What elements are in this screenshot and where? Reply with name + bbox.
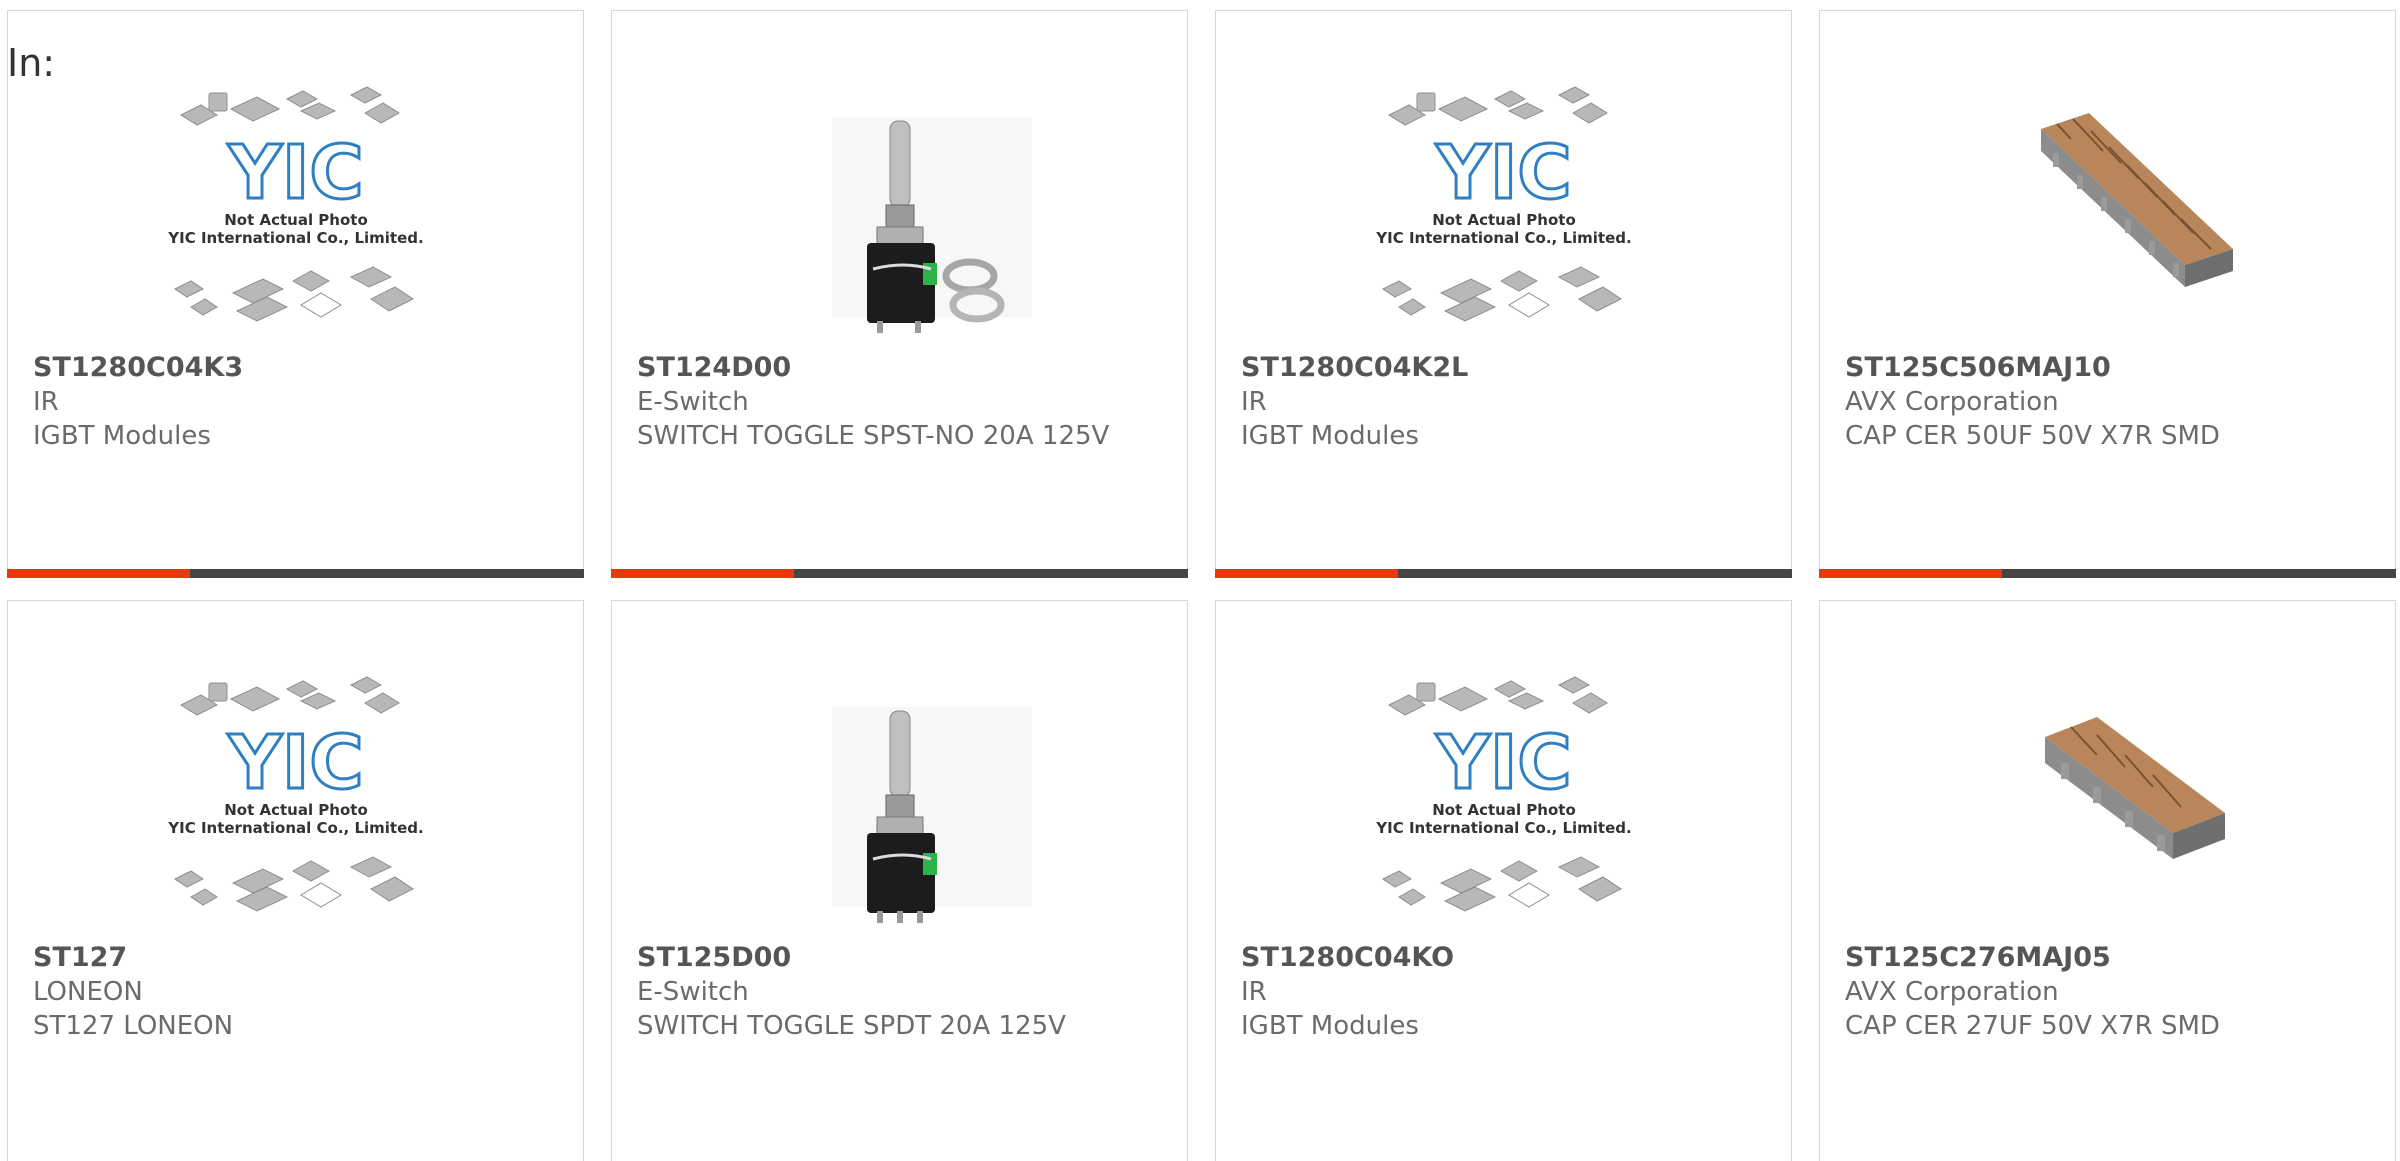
manufacturer: IR <box>1241 387 1267 417</box>
product-card[interactable]: ST125C276MAJ05 AVX Corporation CAP CER 2… <box>1819 600 2396 1161</box>
product-image-placeholder[interactable]: YIC Not Actual Photo YIC International C… <box>1369 663 1639 933</box>
part-number[interactable]: ST125C276MAJ05 <box>1845 941 2370 975</box>
product-info: ST127 LONEON ST127 LONEON <box>33 941 558 1043</box>
part-number[interactable]: ST125D00 <box>637 941 1162 975</box>
manufacturer: E-Switch <box>637 977 749 1007</box>
description: ST127 LONEON <box>33 1011 234 1041</box>
part-number[interactable]: ST1280C04KO <box>1241 941 1766 975</box>
manufacturer: IR <box>33 387 59 417</box>
manufacturer: E-Switch <box>637 387 749 417</box>
card-accent <box>1215 569 1398 578</box>
description: SWITCH TOGGLE SPDT 20A 125V <box>637 1011 1066 1041</box>
product-info: ST1280C04K2L IR IGBT Modules <box>1241 351 1766 453</box>
card-bottom-bar <box>611 569 1188 578</box>
card-accent <box>7 569 190 578</box>
placeholder-chip-icon: YIC Not Actual Photo YIC International C… <box>167 676 423 912</box>
in-label: In: <box>7 41 56 85</box>
card-bottom-bar <box>1215 569 1792 578</box>
placeholder-line2: YIC International Co., Limited. <box>1375 229 1631 247</box>
card-accent <box>1819 569 2002 578</box>
product-card[interactable]: ST125D00 E-Switch SWITCH TOGGLE SPDT 20A… <box>611 600 1188 1161</box>
part-number[interactable]: ST1280C04K3 <box>33 351 558 385</box>
description: IGBT Modules <box>1241 1011 1419 1041</box>
product-info: ST125D00 E-Switch SWITCH TOGGLE SPDT 20A… <box>637 941 1162 1043</box>
manufacturer: IR <box>1241 977 1267 1007</box>
product-card[interactable]: YIC Not Actual Photo YIC International C… <box>1215 10 1792 578</box>
description: CAP CER 27UF 50V X7R SMD <box>1845 1011 2220 1041</box>
card-bottom-bar <box>7 569 584 578</box>
placeholder-chip-icon: YIC Not Actual Photo YIC International C… <box>1375 86 1631 322</box>
product-info: ST1280C04KO IR IGBT Modules <box>1241 941 1766 1043</box>
product-listing-page: In: YIC Not Actual Photo YIC Internation… <box>0 0 2400 1161</box>
description: IGBT Modules <box>33 421 211 451</box>
product-info: ST124D00 E-Switch SWITCH TOGGLE SPST-NO … <box>637 351 1162 453</box>
yic-logo: YIC <box>1435 720 1571 806</box>
description: IGBT Modules <box>1241 421 1419 451</box>
placeholder-chip-icon: YIC Not Actual Photo YIC International C… <box>167 86 423 322</box>
placeholder-line1: Not Actual Photo <box>1432 801 1576 819</box>
product-card[interactable]: YIC Not Actual Photo YIC International C… <box>7 600 584 1161</box>
yic-logo: YIC <box>227 720 363 806</box>
product-image[interactable] <box>1973 73 2243 343</box>
placeholder-chip-icon: YIC Not Actual Photo YIC International C… <box>1375 676 1631 912</box>
description: CAP CER 50UF 50V X7R SMD <box>1845 421 2220 451</box>
product-info: ST125C506MAJ10 AVX Corporation CAP CER 5… <box>1845 351 2370 453</box>
capacitor-stack-icon <box>2040 113 2233 287</box>
product-image-placeholder[interactable]: YIC Not Actual Photo YIC International C… <box>1369 73 1639 343</box>
product-card[interactable]: ST125C506MAJ10 AVX Corporation CAP CER 5… <box>1819 10 2396 578</box>
placeholder-line1: Not Actual Photo <box>224 801 368 819</box>
product-info: ST1280C04K3 IR IGBT Modules <box>33 351 558 453</box>
card-bottom-bar <box>1819 569 2396 578</box>
manufacturer: AVX Corporation <box>1845 977 2059 1007</box>
placeholder-line2: YIC International Co., Limited. <box>167 819 423 837</box>
yic-logo: YIC <box>1435 130 1571 216</box>
capacitor-stack-icon <box>2044 717 2225 859</box>
toggle-switch-icon <box>831 707 1032 923</box>
product-image[interactable] <box>1973 663 2243 933</box>
product-card[interactable]: YIC Not Actual Photo YIC International C… <box>7 10 584 578</box>
placeholder-line1: Not Actual Photo <box>1432 211 1576 229</box>
product-card[interactable]: ST124D00 E-Switch SWITCH TOGGLE SPST-NO … <box>611 10 1188 578</box>
product-image[interactable] <box>765 663 1035 933</box>
part-number[interactable]: ST127 <box>33 941 558 975</box>
placeholder-line2: YIC International Co., Limited. <box>1375 819 1631 837</box>
part-number[interactable]: ST124D00 <box>637 351 1162 385</box>
product-info: ST125C276MAJ05 AVX Corporation CAP CER 2… <box>1845 941 2370 1043</box>
product-card[interactable]: YIC Not Actual Photo YIC International C… <box>1215 600 1792 1161</box>
product-image[interactable] <box>765 73 1035 343</box>
toggle-switch-icon <box>831 117 1032 333</box>
product-image-placeholder[interactable]: YIC Not Actual Photo YIC International C… <box>161 663 431 933</box>
placeholder-line1: Not Actual Photo <box>224 211 368 229</box>
yic-logo: YIC <box>227 130 363 216</box>
product-image-placeholder[interactable]: YIC Not Actual Photo YIC International C… <box>161 73 431 343</box>
part-number[interactable]: ST125C506MAJ10 <box>1845 351 2370 385</box>
card-accent <box>611 569 794 578</box>
part-number[interactable]: ST1280C04K2L <box>1241 351 1766 385</box>
placeholder-line2: YIC International Co., Limited. <box>167 229 423 247</box>
description: SWITCH TOGGLE SPST-NO 20A 125V <box>637 421 1110 451</box>
manufacturer: LONEON <box>33 977 143 1007</box>
manufacturer: AVX Corporation <box>1845 387 2059 417</box>
